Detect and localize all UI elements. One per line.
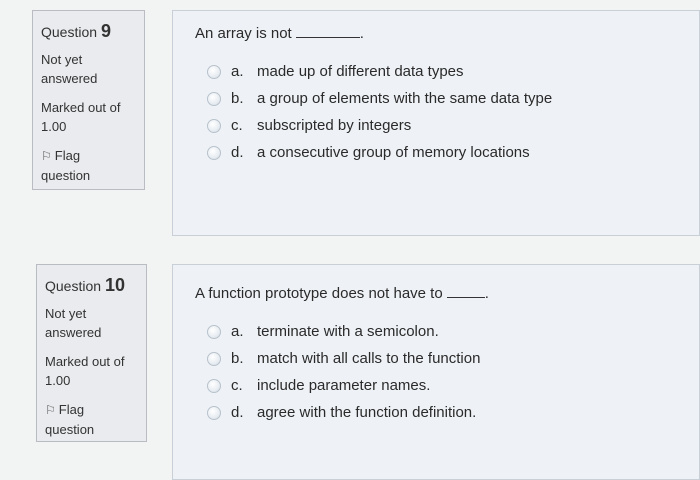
flag-label-1: Flag: [54, 148, 81, 163]
answer-blank: [295, 27, 360, 38]
radio-button[interactable]: [207, 378, 221, 393]
answer-text[interactable]: match with all calls to the function: [257, 350, 480, 367]
marks-label: Marked out of: [41, 100, 121, 115]
question-text: A function prototype does not have to.: [195, 285, 489, 302]
radio-button[interactable]: [207, 118, 221, 133]
question-content-9: An array is not. a. made up of different…: [172, 10, 700, 236]
answer-text[interactable]: subscripted by integers: [257, 117, 411, 134]
radio-button[interactable]: [207, 405, 221, 420]
state-line-2: answered: [41, 71, 98, 86]
flag-question-link[interactable]: ⚐ Flag: [41, 146, 138, 166]
answer-list: a. made up of different data types b. a …: [207, 58, 679, 166]
question-label: Question: [45, 278, 102, 294]
flag-label-1: Flag: [58, 402, 85, 417]
radio-button[interactable]: [207, 324, 221, 339]
answer-option-d[interactable]: d. a consecutive group of memory locatio…: [207, 139, 679, 166]
state-line-1: Not yet: [41, 52, 83, 67]
state-line-1: Not yet: [45, 306, 87, 321]
question-number: Question 9: [41, 21, 138, 42]
answer-option-b[interactable]: b. a group of elements with the same dat…: [207, 85, 679, 112]
answer-text[interactable]: agree with the function definition.: [257, 404, 476, 421]
flag-question-link[interactable]: ⚐ Flag: [45, 400, 140, 420]
marks-value: 1.00: [41, 119, 67, 134]
question-content-10: A function prototype does not have to. a…: [172, 264, 700, 480]
question-info-9: Question 9 Not yet answered Marked out o…: [32, 10, 145, 190]
radio-button[interactable]: [207, 351, 221, 366]
answer-text[interactable]: a group of elements with the same data t…: [257, 90, 552, 107]
marks-value: 1.00: [45, 373, 71, 388]
answer-option-a[interactable]: a. terminate with a semicolon.: [207, 318, 679, 345]
radio-button[interactable]: [207, 145, 221, 160]
radio-button[interactable]: [207, 64, 221, 79]
question-text: An array is not.: [195, 25, 364, 42]
question-number-value: 10: [104, 275, 125, 295]
state-line-2: answered: [45, 325, 102, 340]
answer-text[interactable]: made up of different data types: [257, 63, 464, 80]
radio-button[interactable]: [207, 91, 221, 106]
answer-text[interactable]: include parameter names.: [257, 377, 430, 394]
question-info-10: Question 10 Not yet answered Marked out …: [36, 264, 147, 442]
answer-option-b[interactable]: b. match with all calls to the function: [207, 345, 679, 372]
flag-label-2[interactable]: question: [41, 166, 138, 185]
answer-option-c[interactable]: c. include parameter names.: [207, 372, 679, 399]
answer-blank: [446, 287, 485, 298]
question-label: Question: [41, 24, 98, 40]
marks-label: Marked out of: [45, 354, 125, 369]
answer-option-c[interactable]: c. subscripted by integers: [207, 112, 679, 139]
answer-text[interactable]: a consecutive group of memory locations: [257, 144, 530, 161]
flag-label-2[interactable]: question: [45, 420, 140, 439]
answer-option-d[interactable]: d. agree with the function definition.: [207, 399, 679, 426]
flag-icon: ⚐: [41, 149, 52, 163]
flag-icon: ⚐: [45, 403, 56, 417]
answer-option-a[interactable]: a. made up of different data types: [207, 58, 679, 85]
answer-text[interactable]: terminate with a semicolon.: [257, 323, 439, 340]
question-number: Question 10: [45, 275, 140, 296]
answer-list: a. terminate with a semicolon. b. match …: [207, 318, 679, 426]
question-number-value: 9: [100, 21, 111, 41]
